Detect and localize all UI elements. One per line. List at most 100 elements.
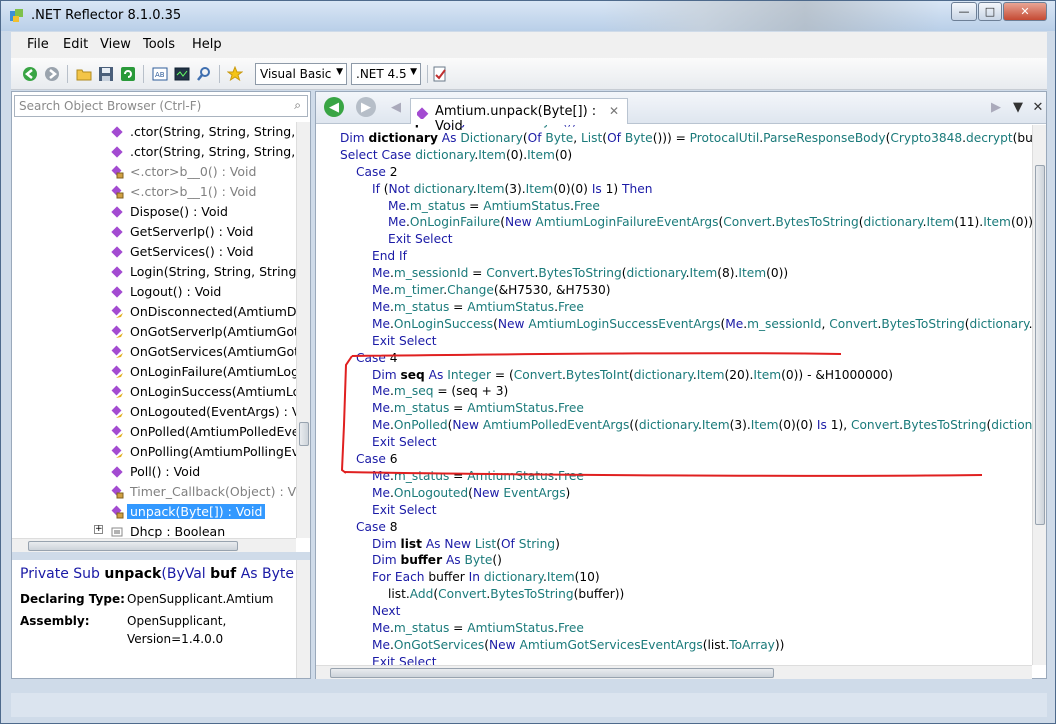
back-icon[interactable] (21, 65, 39, 83)
toolbar-separator (219, 65, 220, 83)
open-folder-icon[interactable] (75, 65, 93, 83)
framework-select-value: .NET 4.5 (356, 67, 407, 81)
tree-vertical-scrollbar[interactable] (296, 122, 310, 538)
scrollbar-thumb[interactable] (1035, 165, 1045, 525)
language-select-value: Visual Basic (260, 67, 332, 81)
app-window: .NET Reflector 8.1.0.35 — □ ✕ File Edit … (0, 0, 1056, 724)
menu-help[interactable]: Help (192, 37, 222, 52)
tree-item-label: <.ctor>b__0() : Void (130, 164, 257, 179)
framework-select[interactable]: .NET 4.5 ▼ (351, 63, 421, 85)
tree-item-label: .ctor(String, String, String, Bo (130, 144, 296, 159)
private-method-icon (110, 505, 124, 519)
search-icon[interactable] (195, 65, 213, 83)
maximize-button[interactable]: □ (978, 2, 1002, 21)
status-bar (11, 693, 1047, 717)
tree-item-label: OnLoginFailure(AmtiumLogin (130, 364, 296, 379)
toolbar-separator (67, 65, 68, 83)
search-placeholder: Search Object Browser (Ctrl-F) (19, 99, 202, 113)
signature-method-name: unpack (104, 566, 162, 582)
tree-item[interactable]: GetServices() : Void (12, 242, 296, 262)
tree-item[interactable]: OnPolled(AmtiumPolledEven (12, 422, 296, 442)
refresh-icon[interactable] (119, 65, 137, 83)
forward-icon[interactable] (43, 65, 61, 83)
tree-item-label: OnLoginSuccess(AmtiumLog (130, 384, 296, 399)
tree-item[interactable]: OnLogouted(EventArgs) : Vo (12, 402, 296, 422)
menu-file[interactable]: File (27, 37, 49, 52)
declaring-type-value[interactable]: OpenSupplicant.Amtium (127, 592, 273, 606)
back-icon[interactable]: ◀ (324, 97, 344, 117)
title-bar[interactable]: .NET Reflector 8.1.0.35 — □ ✕ (1, 1, 1055, 31)
toolbar-separator (143, 65, 144, 83)
save-icon[interactable] (97, 65, 115, 83)
tree-item[interactable]: .ctor(String, String, String, Bo (12, 142, 296, 162)
tab-list-icon[interactable]: ▼ (1008, 97, 1028, 117)
tree-item-label: Dhcp : Boolean (130, 524, 226, 538)
document-tab-bar: ◀ ▶ ◀ Amtium.unpack(Byte[]) : Void ✕ ▶ ▼… (316, 92, 1048, 134)
tree-item-label: GetServices() : Void (130, 244, 254, 259)
tree-item[interactable]: OnLoginFailure(AmtiumLogin (12, 362, 296, 382)
analyzer-icon[interactable] (173, 65, 191, 83)
tree-item[interactable]: <.ctor>b__1() : Void (12, 182, 296, 202)
protected-method-icon (110, 365, 124, 379)
close-document-icon[interactable]: ✕ (1028, 97, 1048, 117)
tree-item-label: OnPolling(AmtiumPollingEve (130, 444, 296, 459)
tree-item[interactable]: OnLoginSuccess(AmtiumLog (12, 382, 296, 402)
scrollbar-thumb[interactable] (330, 668, 774, 678)
expand-icon[interactable]: + (94, 525, 103, 534)
close-button[interactable]: ✕ (1003, 2, 1047, 21)
tab-unpack[interactable]: Amtium.unpack(Byte[]) : Void ✕ (410, 98, 628, 134)
tree-item[interactable]: <.ctor>b__0() : Void (12, 162, 296, 182)
tree-item-label: Logout() : Void (130, 284, 222, 299)
tree-item[interactable]: Login(String, String, String) : (12, 262, 296, 282)
tree-item-label: Dispose() : Void (130, 204, 228, 219)
scrollbar-thumb[interactable] (28, 541, 238, 551)
tree-item-label: unpack(Byte[]) : Void (127, 504, 266, 519)
tree-item[interactable]: OnGotServices(AmtiumGotSe (12, 342, 296, 362)
signature-byval: (ByVal (161, 566, 206, 582)
method-icon (110, 125, 124, 139)
info-vertical-scrollbar[interactable] (296, 560, 310, 678)
menu-view[interactable]: View (100, 37, 131, 52)
tab-scroll-right-icon[interactable]: ▶ (986, 97, 1006, 117)
tree-item[interactable]: + Dhcp : Boolean (12, 522, 296, 538)
method-icon (110, 145, 124, 159)
window-title: .NET Reflector 8.1.0.35 (31, 8, 182, 23)
tree-item-label: OnPolled(AmtiumPolledEven (130, 424, 296, 439)
tree-item[interactable]: unpack(Byte[]) : Void (12, 502, 296, 522)
forward-icon[interactable]: ▶ (356, 97, 376, 117)
close-tab-icon[interactable]: ✕ (609, 104, 619, 118)
tree-item[interactable]: .ctor(String, String, String, Bo (12, 122, 296, 142)
reflector-app-icon (10, 9, 23, 22)
code-vertical-scrollbar[interactable] (1032, 125, 1046, 665)
options-icon[interactable] (431, 65, 449, 83)
tree-item[interactable]: GetServerIp() : Void (12, 222, 296, 242)
panel-splitter[interactable] (12, 552, 310, 560)
tree-item[interactable]: Dispose() : Void (12, 202, 296, 222)
language-select[interactable]: Visual Basic ▼ (255, 63, 347, 85)
method-icon (110, 245, 124, 259)
code-viewer-panel: ◀ ▶ ◀ Amtium.unpack(Byte[]) : Void ✕ ▶ ▼… (315, 91, 1047, 679)
tree-item[interactable]: Timer_Callback(Object) : Voi (12, 482, 296, 502)
search-icon[interactable]: ⌕ (294, 98, 301, 113)
svg-text:AB: AB (155, 71, 165, 79)
minimize-button[interactable]: — (951, 2, 977, 21)
bookmark-star-icon[interactable] (226, 65, 244, 83)
tree-item-label: OnGotServices(AmtiumGotSe (130, 344, 296, 359)
menu-tools[interactable]: Tools (143, 37, 175, 52)
tree-horizontal-scrollbar[interactable] (12, 538, 296, 552)
tree-item[interactable]: Poll() : Void (12, 462, 296, 482)
scrollbar-thumb[interactable] (299, 422, 309, 446)
tree-item[interactable]: OnDisconnected(AmtiumDisc (12, 302, 296, 322)
code-horizontal-scrollbar[interactable] (316, 665, 1032, 679)
menu-edit[interactable]: Edit (63, 37, 88, 52)
tab-scroll-left-icon[interactable]: ◀ (386, 97, 406, 117)
tree-item[interactable]: OnGotServerIp(AmtiumGotS (12, 322, 296, 342)
disassembler-icon[interactable]: AB (151, 65, 169, 83)
assembly-value-name[interactable]: OpenSupplicant, (127, 614, 226, 628)
tree-item[interactable]: OnPolling(AmtiumPollingEve (12, 442, 296, 462)
method-icon (110, 465, 124, 479)
method-icon (110, 285, 124, 299)
search-input[interactable]: Search Object Browser (Ctrl-F) ⌕ (14, 95, 308, 117)
tree-item[interactable]: Logout() : Void (12, 282, 296, 302)
tree-item-label: OnDisconnected(AmtiumDisc (130, 304, 296, 319)
